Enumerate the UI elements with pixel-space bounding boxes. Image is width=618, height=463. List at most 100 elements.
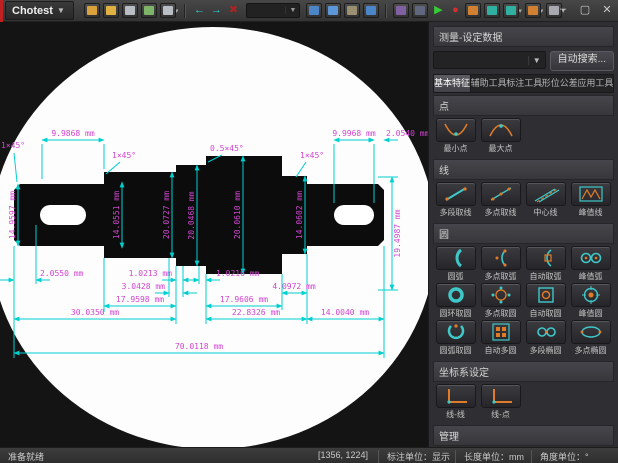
run-icon[interactable]: ▶ <box>431 4 445 17</box>
tool-line-seg[interactable]: 多段取线 <box>433 182 478 218</box>
axis-icon <box>486 386 516 406</box>
new-file-icon[interactable] <box>84 3 100 18</box>
tool-label: 自动多圆 <box>485 345 517 356</box>
dimension-label: 17.9606 mm <box>220 295 268 304</box>
manage-section-title: 管理 <box>433 425 614 446</box>
tool-arc-peak[interactable]: 峰值弧 <box>568 246 613 282</box>
recent-combo[interactable]: ▼ <box>246 3 300 18</box>
dimension-label: 1×45° <box>112 151 136 160</box>
application-window: Chotest ▼ ▾←→✖▼▶●▾▾▾ – ▢ ✕ 14.9597 mm14.… <box>0 0 618 463</box>
dimension-label: 70.0118 mm <box>175 342 223 351</box>
layers-icon[interactable]: ▾ <box>525 3 544 18</box>
unit-annotation: 标注单位：显示 <box>378 450 450 463</box>
section-title-坐标系设定: 坐标系设定 <box>433 361 614 382</box>
close-button[interactable]: ✕ <box>600 3 614 16</box>
tool-min-point[interactable]: 最小点 <box>433 118 478 154</box>
tool-line-pts[interactable]: 多点取线 <box>478 182 523 218</box>
line-pts-icon <box>486 184 516 204</box>
tool-ellipse-seg[interactable]: 多段椭圆 <box>523 320 568 356</box>
save-icon[interactable] <box>122 3 138 18</box>
tool-label: 线-线 <box>446 409 465 420</box>
tab-基本特征[interactable]: 基本特征 <box>434 75 471 92</box>
edit-save-icon[interactable] <box>141 3 157 18</box>
magnifier-icon[interactable] <box>325 3 341 18</box>
side-panel: 测量-设定数据 ▼ 自动搜索... 基本特征辅助工具标注工具形位公差应用工具 点… <box>428 22 618 447</box>
dimension-label: 3.0428 mm <box>122 282 166 291</box>
tool-label: 多点取线 <box>485 207 517 218</box>
auto-search-button[interactable]: 自动搜索... <box>550 51 614 71</box>
probe-icon[interactable] <box>465 3 481 18</box>
tool-axis[interactable]: 线-线 <box>433 384 478 420</box>
cursor-coordinates: [1356, 1224] <box>318 450 368 460</box>
window-controls: – ▢ ✕ <box>556 3 614 16</box>
tool-circle-auto[interactable]: 自动取圆 <box>523 283 568 319</box>
tool-center-line[interactable]: 中心线 <box>523 182 568 218</box>
minimize-button[interactable]: – <box>556 3 570 16</box>
tool-label: 最小点 <box>444 143 468 154</box>
maximize-button[interactable]: ▢ <box>578 3 592 16</box>
monitor-icon[interactable] <box>363 3 379 18</box>
tab-标注工具[interactable]: 标注工具 <box>506 75 542 92</box>
grid-view-icon[interactable] <box>344 3 360 18</box>
tool-label: 多段椭圆 <box>530 345 562 356</box>
dimension-label: 19.4987 mm <box>393 209 402 257</box>
toolbar: Chotest ▼ ▾←→✖▼▶●▾▾▾ – ▢ ✕ <box>0 0 618 22</box>
undo-arrow-icon[interactable]: ← <box>192 4 206 17</box>
chevron-down-icon: ▼ <box>57 6 65 15</box>
tool-arc-pts[interactable]: 多点取弧 <box>478 246 523 282</box>
feature-combo[interactable]: ▼ <box>433 51 546 69</box>
tool-label: 圆环取圆 <box>440 308 472 319</box>
max-point-icon <box>486 120 516 140</box>
tool-circle-pts[interactable]: 多点取圆 <box>478 283 523 319</box>
tool-arc[interactable]: 圆弧 <box>433 246 478 282</box>
unit-length: 长度单位：mm <box>455 450 524 463</box>
dimension-label: 2.0550 mm <box>40 269 84 278</box>
tool-arc-circle[interactable]: 圆弧取圆 <box>433 320 478 356</box>
tool-label: 峰值弧 <box>579 271 603 282</box>
accent-edge <box>0 0 3 22</box>
tool-ellipse-pts[interactable]: 多点椭圆 <box>568 320 613 356</box>
tool-label: 多点椭圆 <box>575 345 607 356</box>
tool-multi-circle[interactable]: 自动多圆 <box>478 320 523 356</box>
tab-应用工具[interactable]: 应用工具 <box>577 75 613 92</box>
tool-axis[interactable]: 线-点 <box>478 384 523 420</box>
delete-icon[interactable]: ✖ <box>226 4 240 17</box>
tool-ring[interactable]: 圆环取圆 <box>433 283 478 319</box>
tool-label: 多段取线 <box>440 207 472 218</box>
tab-形位公差[interactable]: 形位公差 <box>542 75 578 92</box>
circle-auto-icon <box>531 285 561 305</box>
camera-icon[interactable] <box>393 3 409 18</box>
tool-circle-peak[interactable]: 峰值圆 <box>568 283 613 319</box>
peak-line-icon <box>576 184 606 204</box>
ellipse-pts-icon <box>576 322 606 342</box>
toolbar-separator <box>385 4 387 18</box>
save-as-icon[interactable]: ▾ <box>160 3 179 18</box>
tool-label: 线-点 <box>491 409 510 420</box>
tab-辅助工具[interactable]: 辅助工具 <box>471 75 507 92</box>
compare-icon[interactable] <box>484 3 500 18</box>
dimension-label: 9.9868 mm <box>51 129 95 138</box>
dimension-label: 30.0350 mm <box>71 308 119 317</box>
tool-peak-line[interactable]: 峰值线 <box>568 182 613 218</box>
measurement-viewport[interactable]: 14.9597 mm14.0551 mm20.0727 mm20.0468 mm… <box>0 22 428 447</box>
image-preview-icon[interactable] <box>306 3 322 18</box>
chevron-down-icon: ▼ <box>285 7 299 14</box>
axis-icon <box>441 386 471 406</box>
tool-max-point[interactable]: 最大点 <box>478 118 523 154</box>
tool-label: 峰值线 <box>579 207 603 218</box>
open-file-icon[interactable] <box>103 3 119 18</box>
shield-icon[interactable]: ▾ <box>503 3 522 18</box>
dimension-label: 20.0468 mm <box>187 191 196 239</box>
dimension-label: 22.8326 mm <box>232 308 280 317</box>
circle-peak-icon <box>576 285 606 305</box>
record-icon[interactable]: ● <box>448 4 462 17</box>
arc-auto-icon <box>531 248 561 268</box>
ellipse-seg-icon <box>531 322 561 342</box>
tool-label: 多点取弧 <box>485 271 517 282</box>
dimension-label: 14.9597 mm <box>8 191 17 239</box>
tool-arc-auto[interactable]: 自动取弧 <box>523 246 568 282</box>
redo-arrow-icon[interactable]: → <box>209 4 223 17</box>
film-icon[interactable] <box>412 3 428 18</box>
dimension-label: 4.0972 mm <box>272 282 316 291</box>
app-menu-button[interactable]: Chotest ▼ <box>5 1 74 20</box>
